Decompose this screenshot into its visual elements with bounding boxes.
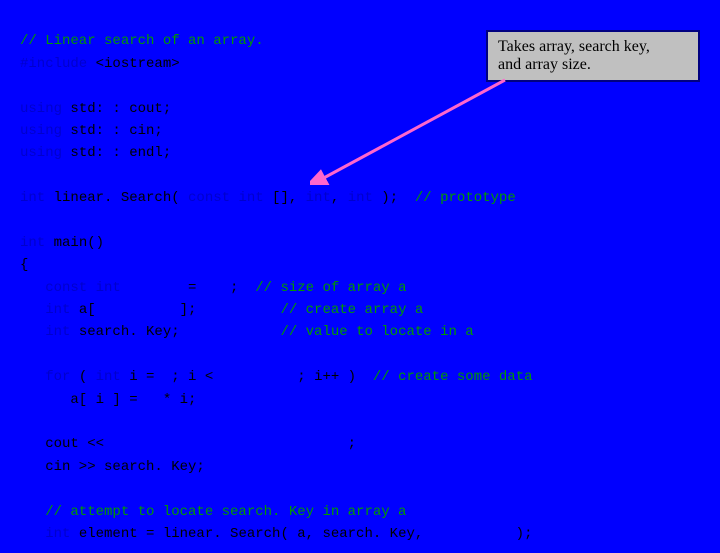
callout-line2: and array size.: [498, 56, 591, 73]
type-int: int: [20, 190, 54, 206]
array-decl: a[ ];: [79, 302, 281, 318]
using-kw: using: [20, 123, 70, 139]
callout-line1: Takes array, search key,: [498, 38, 650, 55]
for-open: (: [79, 369, 96, 385]
include-lib: <iostream>: [96, 56, 180, 72]
main-fn: main(): [54, 235, 104, 251]
using-endl: std: : endl;: [70, 145, 171, 161]
const-int: const int: [20, 280, 188, 296]
type-int: int: [306, 190, 331, 206]
using-kw: using: [20, 145, 70, 161]
comment-attempt: // attempt to locate search. Key in arra…: [20, 504, 406, 520]
proto-name: linear. Search(: [54, 190, 188, 206]
for-cond: i = ; i < ; i++ ): [129, 369, 373, 385]
using-cout: std: : cout;: [70, 101, 171, 117]
proto-end: );: [381, 190, 415, 206]
type-int: int: [348, 190, 382, 206]
comment-proto: // prototype: [415, 190, 516, 206]
cin-line: cin >> search. Key;: [20, 459, 205, 475]
callout-box: Takes array, search key, and array size.: [486, 30, 700, 82]
type-int: int: [96, 369, 130, 385]
for-kw: for: [20, 369, 79, 385]
comment-for: // create some data: [373, 369, 533, 385]
using-kw: using: [20, 101, 70, 117]
for-body: a[ i ] = * i;: [20, 392, 196, 408]
proto-arr: [],: [272, 190, 306, 206]
code-block: // Linear search of an array. #include <…: [0, 0, 720, 553]
comment-size: // size of array a: [255, 280, 406, 296]
include-directive: #include: [20, 56, 96, 72]
comment-searchkey: // value to locate in a: [280, 324, 473, 340]
size-assign: = ;: [188, 280, 255, 296]
comment-header: // Linear search of an array.: [20, 33, 264, 49]
const-int: const int: [188, 190, 272, 206]
comma: ,: [331, 190, 348, 206]
searchkey-decl: search. Key;: [79, 324, 281, 340]
type-int: int: [20, 324, 79, 340]
brace: {: [20, 257, 28, 273]
comment-array: // create array a: [280, 302, 423, 318]
type-int: int: [20, 235, 54, 251]
cout-line: cout << ;: [20, 436, 356, 452]
type-int: int: [20, 302, 79, 318]
using-cin: std: : cin;: [70, 123, 162, 139]
